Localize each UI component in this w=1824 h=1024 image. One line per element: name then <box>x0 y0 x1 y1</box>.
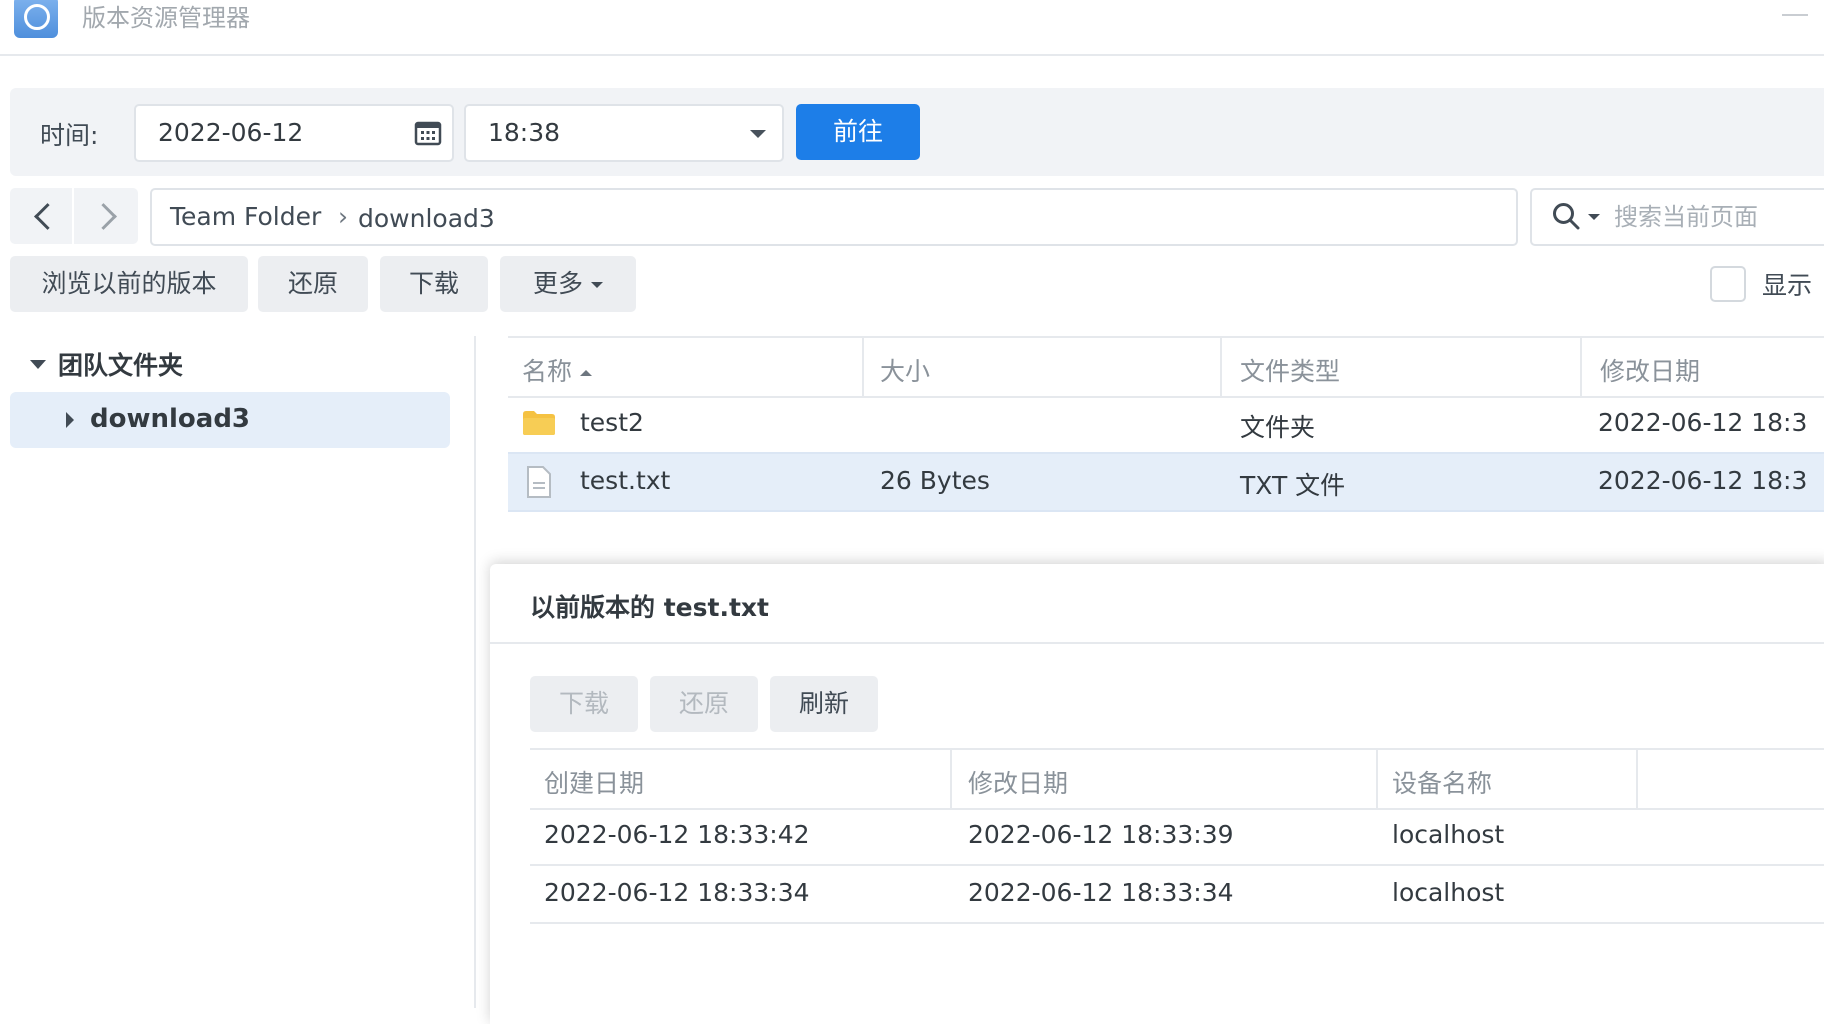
breadcrumb-item[interactable]: download3 <box>358 204 495 233</box>
column-header-type[interactable]: 文件类型 <box>1240 352 1340 388</box>
minimize-button[interactable] <box>1782 4 1808 24</box>
back-button[interactable] <box>10 188 74 244</box>
text-file-icon <box>527 466 551 498</box>
column-header-modified[interactable]: 修改日期 <box>1600 352 1700 388</box>
show-label: 显示 <box>1762 271 1813 300</box>
column-header-modified[interactable]: 修改日期 <box>968 764 1068 800</box>
browse-versions-label: 浏览以前的版本 <box>41 269 217 298</box>
column-header-name[interactable]: 名称 <box>522 352 593 388</box>
go-button[interactable]: 前往 <box>796 104 920 160</box>
version-created: 2022-06-12 18:33:42 <box>544 820 810 849</box>
search-icon[interactable] <box>1552 202 1580 230</box>
column-header-size[interactable]: 大小 <box>880 352 930 388</box>
breadcrumb: Team Folder › download3 <box>150 188 1518 246</box>
restore-label: 还原 <box>287 269 338 298</box>
time-value: 18:38 <box>488 118 561 147</box>
divider <box>490 642 1824 644</box>
file-name: test2 <box>580 408 644 437</box>
column-divider[interactable] <box>1636 750 1638 808</box>
app-icon <box>14 0 58 38</box>
versions-table-header: 创建日期 修改日期 设备名称 <box>530 748 1824 810</box>
title-bar: 版本资源管理器 <box>0 0 1824 56</box>
column-header-device[interactable]: 设备名称 <box>1392 764 1492 800</box>
version-device: localhost <box>1392 878 1505 907</box>
search-box <box>1530 188 1824 246</box>
file-modified: 2022-06-12 18:3 <box>1598 466 1808 495</box>
version-row[interactable]: 2022-06-12 18:33:42 2022-06-12 18:33:39 … <box>530 808 1824 866</box>
file-name: test.txt <box>580 466 671 495</box>
download-label: 下载 <box>408 269 459 298</box>
file-modified: 2022-06-12 18:3 <box>1598 408 1808 437</box>
version-modified: 2022-06-12 18:33:39 <box>968 820 1234 849</box>
time-select[interactable]: 18:38 <box>464 104 784 162</box>
forward-button[interactable] <box>74 188 138 244</box>
download-button[interactable]: 下载 <box>380 256 488 312</box>
column-divider[interactable] <box>1220 338 1222 396</box>
file-type: 文件夹 <box>1240 413 1316 442</box>
versions-dialog: 以前版本的 test.txt 下载 还原 刷新 创建日期 修改日期 设备名称 2… <box>490 564 1824 1024</box>
column-label: 名称 <box>522 357 573 386</box>
show-checkbox[interactable] <box>1710 266 1746 302</box>
column-divider[interactable] <box>1580 338 1582 396</box>
panel-divider[interactable] <box>474 336 476 1008</box>
dialog-title: 以前版本的 test.txt <box>530 593 769 622</box>
dialog-download-button[interactable]: 下载 <box>530 676 638 732</box>
column-divider[interactable] <box>862 338 864 396</box>
date-picker[interactable]: 2022-06-12 <box>134 104 454 162</box>
file-size: 26 Bytes <box>880 466 990 495</box>
sort-ascending-icon <box>580 370 593 376</box>
tree-item-label: download3 <box>90 404 251 434</box>
browse-versions-button[interactable]: 浏览以前的版本 <box>10 256 248 312</box>
search-input[interactable] <box>1612 198 1824 236</box>
date-value: 2022-06-12 <box>158 118 304 147</box>
breadcrumb-separator: › <box>338 202 348 231</box>
time-label: 时间: <box>40 121 99 150</box>
version-modified: 2022-06-12 18:33:34 <box>968 878 1234 907</box>
window-title: 版本资源管理器 <box>82 4 250 32</box>
restore-button[interactable]: 还原 <box>258 256 368 312</box>
dialog-refresh-button[interactable]: 刷新 <box>770 676 878 732</box>
version-created: 2022-06-12 18:33:34 <box>544 878 810 907</box>
column-header-created[interactable]: 创建日期 <box>544 764 644 800</box>
caret-down-icon[interactable] <box>30 360 46 369</box>
file-type: TXT 文件 <box>1240 471 1346 500</box>
chevron-down-icon <box>750 130 766 138</box>
table-row[interactable]: test.txt 26 Bytes TXT 文件 2022-06-12 18:3 <box>508 452 1824 512</box>
chevron-down-icon[interactable] <box>1588 214 1600 220</box>
chevron-down-icon <box>591 282 603 288</box>
column-divider[interactable] <box>950 750 952 808</box>
version-device: localhost <box>1392 820 1505 849</box>
time-bar: 时间: 2022-06-12 18:38 前往 <box>10 88 1824 176</box>
chevron-left-icon <box>34 203 61 230</box>
calendar-icon[interactable] <box>414 120 442 146</box>
folder-icon <box>523 411 555 435</box>
file-table-header: 名称 大小 文件类型 修改日期 <box>508 336 1824 398</box>
caret-right-icon[interactable] <box>66 412 74 428</box>
table-row[interactable]: test2 文件夹 2022-06-12 18:3 <box>508 396 1824 452</box>
tree-root-label: 团队文件夹 <box>58 351 184 380</box>
breadcrumb-item[interactable]: Team Folder <box>170 202 321 231</box>
more-button[interactable]: 更多 <box>500 256 636 312</box>
chevron-right-icon <box>90 203 117 230</box>
tree-item-download3[interactable]: download3 <box>10 392 450 448</box>
dialog-restore-button[interactable]: 还原 <box>650 676 758 732</box>
column-divider[interactable] <box>1376 750 1378 808</box>
version-row[interactable]: 2022-06-12 18:33:34 2022-06-12 18:33:34 … <box>530 866 1824 924</box>
nav-buttons <box>10 188 138 244</box>
more-label: 更多 <box>532 269 583 298</box>
